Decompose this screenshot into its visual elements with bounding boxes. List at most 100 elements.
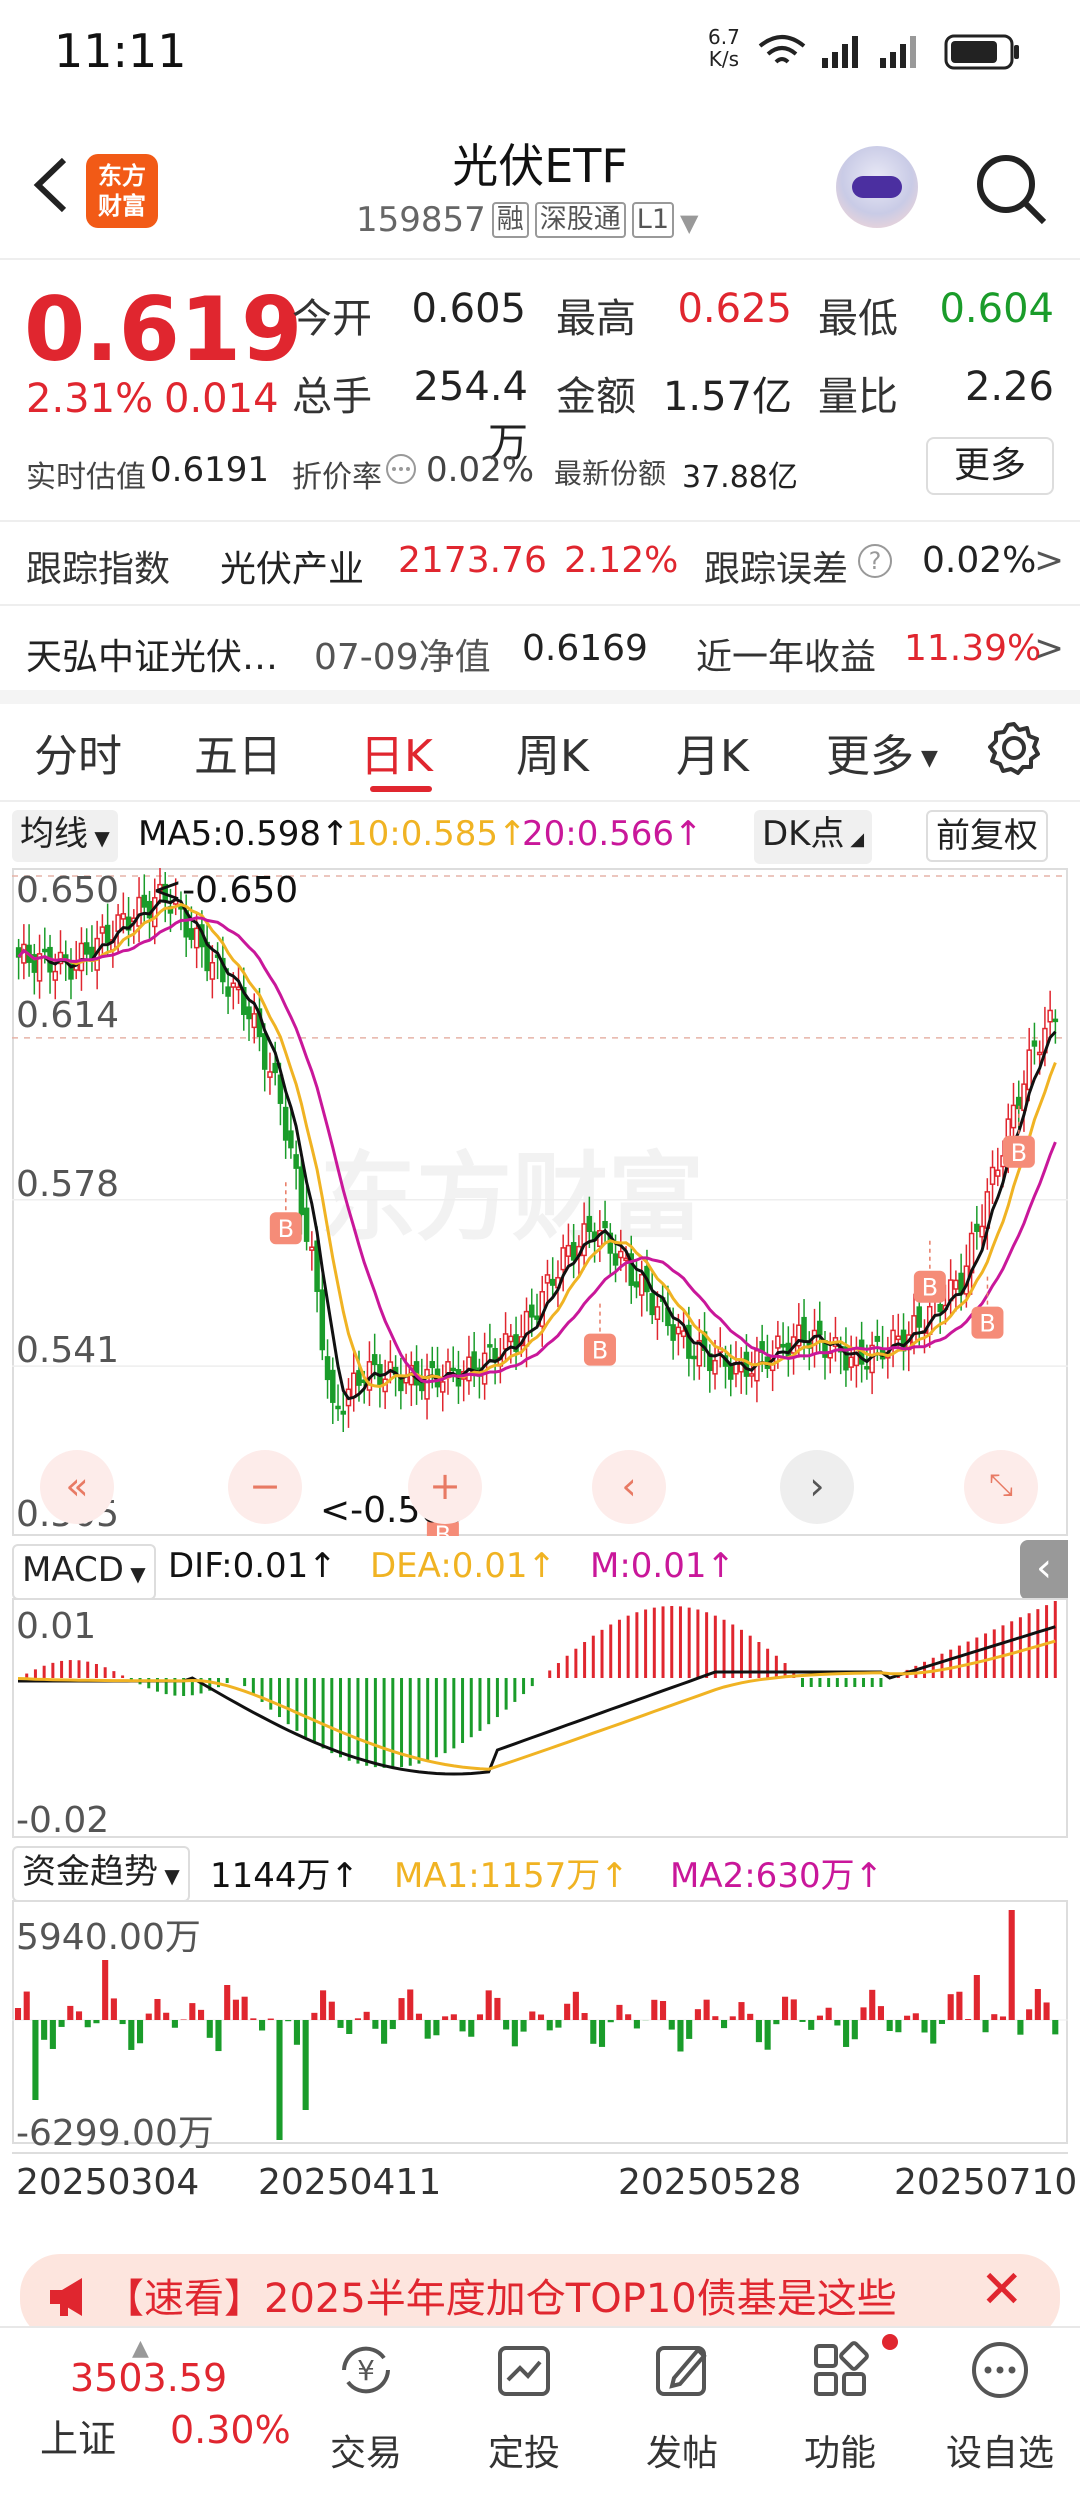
gear-icon[interactable]: [986, 720, 1042, 776]
flow-bar: [93, 2020, 100, 2024]
candle-body: [83, 942, 90, 955]
candle-body: [853, 1347, 860, 1367]
tab-daily-k[interactable]: 日K: [360, 720, 433, 784]
flow-bar: [346, 2020, 353, 2034]
kline-chart[interactable]: BBBBBB: [12, 868, 1068, 1536]
tab-five-day[interactable]: 五日: [194, 720, 282, 784]
scroll-left-icon[interactable]: ‹: [592, 1450, 666, 1524]
zoom-in-icon[interactable]: +: [408, 1450, 482, 1524]
scroll-left-fast-icon[interactable]: «: [40, 1450, 114, 1524]
assistant-avatar[interactable]: [836, 146, 918, 228]
candle-body: [633, 1281, 640, 1288]
candle-body: [638, 1273, 645, 1296]
fund-flow-ma1: MA1:1157万↑: [394, 1856, 629, 1896]
candle-body: [440, 1381, 446, 1393]
flow-bar: [912, 2013, 919, 2020]
scroll-right-icon[interactable]: ›: [780, 1450, 854, 1524]
flow-bar: [668, 2020, 675, 2030]
flow-bar: [738, 2002, 745, 2020]
ma-indicator-select[interactable]: 均线 ▼: [12, 810, 118, 862]
nav-trade[interactable]: ¥ 交易: [306, 2338, 426, 2476]
flow-bar: [869, 1989, 876, 2020]
candle-body: [502, 1333, 509, 1350]
flow-bar: [311, 2012, 318, 2020]
candle-body: [188, 928, 195, 940]
candle-body: [424, 1368, 430, 1400]
candle-body: [272, 1062, 278, 1074]
chevron-right-icon[interactable]: >: [1034, 628, 1064, 669]
flow-bar: [720, 2020, 728, 2029]
dk-point-button[interactable]: DK点 ◢: [754, 810, 873, 864]
year-return-label: 近一年收益: [696, 637, 877, 678]
zoom-out-icon[interactable]: −: [228, 1450, 302, 1524]
flow-bar: [712, 2016, 719, 2020]
nav-favorite[interactable]: 设自选: [940, 2338, 1060, 2476]
flow-bar: [450, 2014, 457, 2020]
tracking-index-name[interactable]: 光伏产业: [220, 540, 364, 592]
candle-body: [979, 1225, 985, 1238]
flow-bar: [816, 2015, 823, 2020]
more-button[interactable]: 更多: [926, 437, 1054, 495]
y-tick-3: 0.541: [16, 1330, 120, 1371]
help-icon[interactable]: ?: [858, 544, 892, 578]
tracking-index-label: 跟踪指数: [26, 549, 171, 590]
flow-bar: [372, 2020, 379, 2029]
nav-invest[interactable]: 定投: [464, 2338, 584, 2476]
flow-bar: [938, 2020, 946, 2024]
candle-body: [293, 1154, 299, 1169]
nav-date-label: 07-09净值: [314, 637, 491, 678]
flow-bar: [494, 1997, 501, 2020]
flow-bar: [503, 2020, 510, 2030]
chevron-down-icon[interactable]: ▼: [680, 209, 698, 237]
favorite-icon: [972, 2342, 1028, 2398]
flow-bar: [259, 2020, 266, 2031]
flow-bar: [834, 2020, 841, 2026]
tab-weekly-k[interactable]: 周K: [516, 720, 589, 784]
flow-bar: [250, 2018, 257, 2020]
flow-bar: [537, 2014, 545, 2020]
candle-body: [487, 1344, 493, 1348]
y-tick-0: 0.650: [16, 870, 120, 911]
flow-bar: [389, 2020, 396, 2030]
nav-apps[interactable]: 功能: [780, 2338, 900, 2476]
macd-indicator-select[interactable]: MACD ▼: [12, 1544, 156, 1600]
index-value[interactable]: 3503.59: [70, 2356, 227, 2400]
info-icon[interactable]: [384, 452, 418, 486]
tab-more[interactable]: 更多 ▼: [826, 720, 938, 784]
chevron-right-icon[interactable]: >: [1034, 540, 1064, 581]
collapse-panel-icon[interactable]: ‹: [1020, 1540, 1068, 1600]
svg-text:¥: ¥: [357, 2354, 375, 2387]
index-name: 上证: [40, 2417, 117, 2461]
nav-post[interactable]: 发帖: [622, 2338, 742, 2476]
search-icon[interactable]: [972, 150, 1052, 230]
candle-body: [42, 948, 48, 953]
flow-bar: [520, 2020, 527, 2032]
macd-chart[interactable]: [12, 1598, 1068, 1838]
last-price: 0.619: [24, 278, 303, 381]
flow-bar: [581, 2013, 588, 2020]
candle-body: [52, 970, 59, 981]
candle-body: [680, 1330, 687, 1338]
flow-bar: [145, 2013, 152, 2020]
ratio-value: 2.26: [964, 364, 1054, 410]
tab-monthly-k[interactable]: 月K: [676, 720, 749, 784]
flow-bar: [102, 1960, 109, 2020]
candle-body: [612, 1253, 619, 1266]
flow-bar: [154, 1998, 161, 2020]
candle-body: [1026, 1049, 1032, 1091]
flow-bar: [782, 1996, 789, 2020]
candle-body: [267, 1071, 273, 1078]
close-icon[interactable]: ✕: [980, 2260, 1024, 2320]
flow-bar: [180, 2019, 187, 2020]
tab-intraday[interactable]: 分时: [34, 720, 122, 784]
adjust-mode-button[interactable]: 前复权: [926, 810, 1048, 862]
candle-body: [670, 1324, 676, 1341]
fund-name[interactable]: 天弘中证光伏…: [26, 628, 278, 680]
flow-bar: [590, 2020, 597, 2044]
fund-flow-indicator-select[interactable]: 资金趋势 ▼: [12, 1846, 190, 1902]
flow-bar: [703, 1999, 710, 2020]
flow-bar: [189, 2003, 196, 2020]
open-label: 今开: [292, 296, 372, 342]
fullscreen-icon[interactable]: ⤡: [964, 1450, 1038, 1524]
discount-value: 0.02%: [426, 450, 535, 490]
